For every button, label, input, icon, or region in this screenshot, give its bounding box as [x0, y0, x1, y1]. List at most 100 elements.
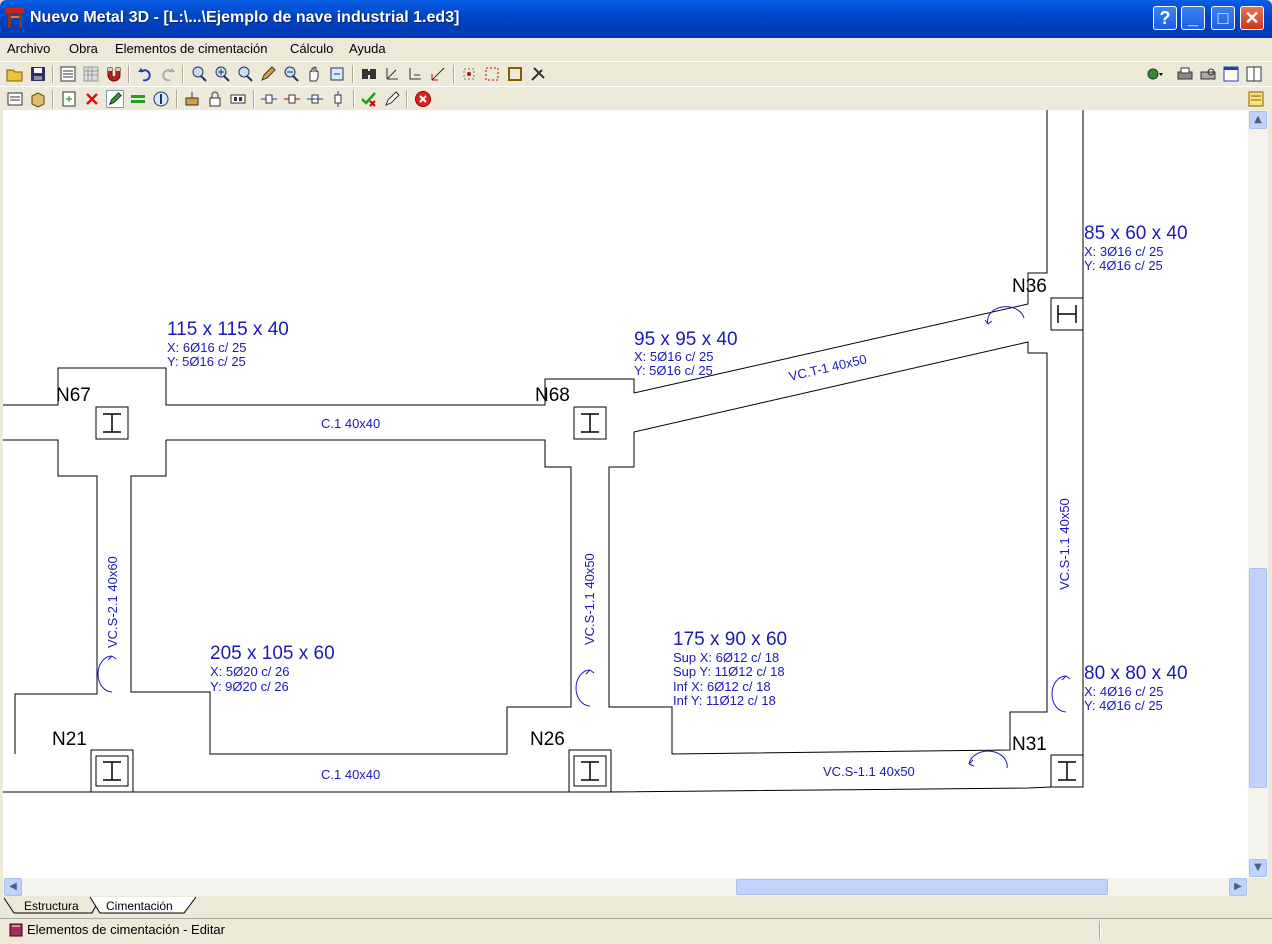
center-icon[interactable] [306, 90, 324, 108]
save-icon[interactable] [29, 65, 47, 83]
tools-icon[interactable] [529, 65, 547, 83]
new-element-icon[interactable] [60, 90, 78, 108]
title-bar: Nuevo Metal 3D - [L:\...\Ejemplo de nave… [0, 0, 1272, 38]
open-icon[interactable] [6, 65, 24, 83]
measure-icon[interactable] [429, 65, 447, 83]
node-label: N36 [1012, 276, 1047, 297]
footing-outline-n67[interactable] [3, 110, 1048, 406]
place-icon[interactable] [183, 90, 201, 108]
zoom-icon[interactable] [236, 65, 254, 83]
column-n68[interactable] [573, 406, 607, 440]
settings-icon[interactable] [1247, 90, 1265, 108]
layout-icon[interactable] [1222, 65, 1240, 83]
footing-size: 85 x 60 x 40 [1084, 223, 1188, 244]
zoom-out-icon[interactable] [282, 65, 300, 83]
align-icon[interactable] [260, 90, 278, 108]
print-icon[interactable] [1176, 65, 1194, 83]
dimension-icon[interactable] [406, 65, 424, 83]
footing-rebar: X: 5Ø20 c/ 26 [210, 664, 290, 679]
column-n21[interactable] [90, 749, 134, 793]
zoom-all-icon[interactable] [213, 65, 231, 83]
footing-rebar: Sup X: 6Ø12 c/ 18 [673, 650, 779, 665]
select-icon[interactable] [483, 65, 501, 83]
column-n67[interactable] [95, 406, 129, 440]
pan-hand-icon[interactable] [305, 65, 323, 83]
status-text: Elementos de cimentación - Editar [27, 922, 225, 937]
anchor-icon[interactable] [152, 90, 170, 108]
view-globe-icon[interactable] [1146, 65, 1164, 83]
vertical-scroll-thumb[interactable] [1249, 568, 1267, 788]
snap-icon[interactable] [460, 65, 478, 83]
footing-size: 175 x 90 x 60 [673, 629, 787, 650]
export-icon[interactable] [59, 65, 77, 83]
column-n26[interactable] [568, 749, 612, 793]
window-title: Nuevo Metal 3D - [L:\...\Ejemplo de nave… [30, 9, 460, 26]
node-label: N26 [530, 729, 565, 750]
box-icon[interactable] [29, 90, 47, 108]
footing-rebar: X: 5Ø16 c/ 25 [634, 349, 714, 364]
list-icon[interactable] [6, 90, 24, 108]
undo-icon[interactable] [136, 65, 154, 83]
beam-label: VC.S-2.1 40x60 [105, 556, 120, 648]
move-icon[interactable] [283, 90, 301, 108]
footing-rebar: Y: 5Ø16 c/ 25 [167, 354, 246, 369]
footing-size: 80 x 80 x 40 [1084, 663, 1188, 684]
tab-estructura[interactable]: Estructura [24, 899, 79, 913]
help-button[interactable]: ? [1153, 6, 1177, 30]
scroll-right-icon[interactable]: ▶ [1229, 878, 1247, 896]
menu-bar: Archivo Obra Elementos de cimentación Cá… [0, 38, 1272, 60]
axis-icon[interactable] [383, 65, 401, 83]
menu-archivo[interactable]: Archivo [7, 41, 50, 56]
zoom-window-icon[interactable] [190, 65, 208, 83]
window-layout-icon[interactable] [1245, 65, 1263, 83]
minimize-button[interactable]: _ [1181, 6, 1205, 30]
offset-icon[interactable] [329, 90, 347, 108]
drawing-canvas[interactable]: N67 N68 N36 N21 N26 N31 115 x 115 x 40 X… [3, 110, 1248, 878]
scroll-down-icon[interactable]: ▼ [1249, 859, 1267, 877]
block-icon[interactable] [229, 90, 247, 108]
delete-icon[interactable] [83, 90, 101, 108]
beam-label: VC.T-1 40x50 [787, 351, 868, 383]
magnet-icon[interactable] [105, 65, 123, 83]
tab-cimentacion[interactable]: Cimentación [106, 899, 173, 913]
footing-rebar: Y: 4Ø16 c/ 25 [1084, 698, 1163, 713]
maximize-button[interactable]: □ [1211, 6, 1235, 30]
menu-obra[interactable]: Obra [69, 41, 98, 56]
close-button[interactable]: ✕ [1240, 6, 1264, 30]
horizontal-scroll-thumb[interactable] [736, 879, 1108, 895]
rotation-arrows [97, 306, 1071, 769]
footing-rebar: X: 4Ø16 c/ 25 [1084, 684, 1164, 699]
beam-label: VC.S-1.1 40x50 [582, 553, 597, 645]
column-n36[interactable] [1050, 297, 1084, 331]
check-icon[interactable] [360, 90, 378, 108]
footing-rebar: X: 3Ø16 c/ 25 [1084, 244, 1164, 259]
app-icon [6, 8, 24, 28]
refresh-view-icon[interactable] [328, 65, 346, 83]
print-preview-icon[interactable] [1199, 65, 1217, 83]
equal-beams-icon[interactable] [129, 90, 147, 108]
scroll-up-icon[interactable]: ▲ [1249, 111, 1267, 129]
beam-label: VC.S-1.1 40x50 [1057, 498, 1072, 590]
foundation-plan: N67 N68 N36 N21 N26 N31 115 x 115 x 40 X… [3, 110, 1188, 793]
lock-icon[interactable] [206, 90, 224, 108]
edit-icon[interactable] [106, 90, 124, 108]
menu-elementos-cimentacion[interactable]: Elementos de cimentación [115, 41, 267, 56]
footing-size: 115 x 115 x 40 [167, 319, 289, 340]
frame-icon[interactable] [506, 65, 524, 83]
redo-icon[interactable] [159, 65, 177, 83]
verify-icon[interactable] [383, 90, 401, 108]
grid-icon[interactable] [82, 65, 100, 83]
column-n31[interactable] [1050, 754, 1084, 788]
menu-ayuda[interactable]: Ayuda [349, 41, 386, 56]
node-label: N67 [56, 385, 91, 406]
footing-size: 205 x 105 x 60 [210, 643, 335, 664]
pencil-icon[interactable] [259, 65, 277, 83]
binoculars-icon[interactable] [360, 65, 378, 83]
footing-rebar: Inf X: 6Ø12 c/ 18 [673, 679, 771, 694]
scroll-left-icon[interactable]: ◀ [4, 878, 22, 896]
menu-calculo[interactable]: Cálculo [290, 41, 333, 56]
node-label: N31 [1012, 734, 1047, 755]
stop-icon[interactable] [414, 90, 432, 108]
horizontal-scrollbar[interactable]: ◀ ▶ [3, 878, 1248, 896]
vertical-scrollbar[interactable]: ▲ ▼ [1248, 110, 1268, 878]
